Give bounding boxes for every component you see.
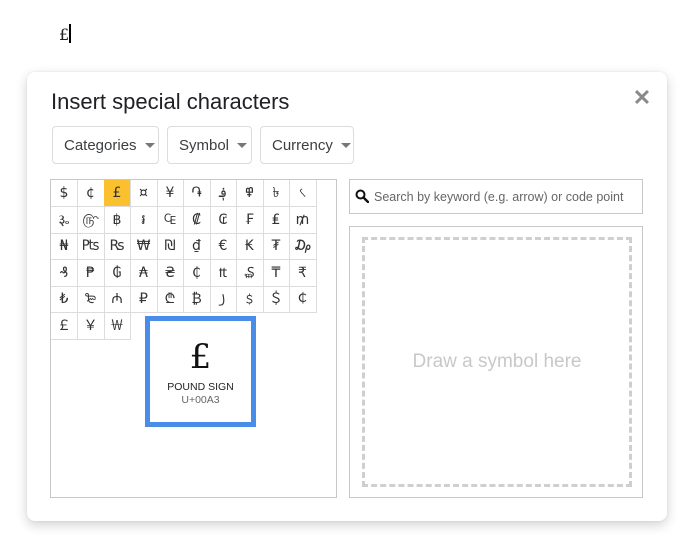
insert-special-characters-dialog: Insert special characters ✕ Categories S… [27, 72, 667, 521]
character-cell[interactable]: ￡ [51, 312, 78, 340]
character-cell[interactable]: ₷ [236, 259, 264, 287]
character-cell[interactable]: ₨ [104, 233, 131, 260]
currency-dropdown-label: Currency [272, 137, 333, 154]
character-cell[interactable]: ૱ [51, 206, 78, 234]
character-cell[interactable]: ￦ [104, 312, 131, 340]
text-cursor [69, 24, 72, 43]
categories-dropdown[interactable]: Categories [52, 126, 159, 164]
search-input[interactable] [374, 180, 634, 213]
draw-panel: Draw a symbol here [349, 226, 643, 498]
document-content: £ [59, 25, 70, 44]
character-cell[interactable]: ¤ [130, 180, 158, 207]
character-cell[interactable]: ₫ [183, 233, 211, 260]
chevron-down-icon [237, 143, 248, 148]
character-cell[interactable]: ₣ [236, 206, 264, 234]
close-button[interactable]: ✕ [631, 87, 653, 109]
chevron-down-icon [340, 143, 351, 148]
character-cell[interactable]: ₦ [51, 233, 78, 260]
character-cell[interactable]: ₳ [130, 259, 158, 287]
search-icon [355, 189, 369, 203]
character-cell[interactable]: ￠ [289, 286, 317, 313]
character-cell[interactable]: ₧ [77, 233, 105, 260]
character-cell[interactable]: ₲ [104, 259, 131, 287]
character-cell[interactable]: ₴ [157, 259, 184, 287]
character-cell[interactable]: ₯ [289, 233, 317, 260]
symbol-dropdown-label: Symbol [179, 137, 230, 154]
character-cell[interactable]: ₭ [236, 233, 264, 260]
character-cell[interactable]: ₮ [263, 233, 290, 260]
draw-hint: Draw a symbol here [412, 351, 582, 372]
character-cell[interactable]: ₵ [183, 259, 211, 287]
character-cell[interactable]: ₩ [130, 233, 158, 260]
character-cell[interactable]: € [210, 233, 237, 260]
character-cell[interactable]: ꠸ [210, 286, 237, 313]
preview-glyph: £ [189, 337, 212, 377]
character-cell[interactable]: ₹ [289, 259, 317, 287]
character-preview-tooltip: £ POUND SIGN U+00A3 [145, 316, 256, 427]
character-cell[interactable]: ₰ [51, 259, 78, 287]
character-cell[interactable]: ﹩ [236, 286, 264, 313]
character-cell[interactable]: ₢ [210, 206, 237, 234]
character-grid-panel: $ ¢ £ ¤ ¥ ֏ ؋ ߾ ৳ ৻ ૱ ௹ ฿៛ ₠ ₡ ₢ ₣ ₤ ₥ ₦ ₧ ₨ ₩ ₪ ₫ € ₭ ₮ ₯ ₰ ₱ ₲ ₳ ₴ ₵ ₶ ₷ ₸ ₹… [50, 179, 337, 498]
document-text[interactable]: £ [59, 24, 72, 44]
character-cell[interactable]: ₠ [157, 206, 184, 234]
currency-dropdown[interactable]: Currency [260, 126, 354, 164]
character-cell[interactable]: ₿ [183, 286, 211, 313]
character-cell[interactable]: ৳ [263, 180, 290, 207]
character-cell[interactable]: ¥ [157, 180, 184, 207]
character-cell[interactable]: $ [51, 180, 78, 207]
preview-code-point: U+00A3 [181, 394, 220, 406]
character-cell[interactable]: ֏ [183, 180, 211, 207]
categories-dropdown-label: Categories [64, 137, 137, 154]
character-cell[interactable]: ₽ [130, 286, 158, 313]
character-cell[interactable]: ៛ [130, 206, 158, 234]
character-cell[interactable]: ₪ [157, 233, 184, 260]
character-cell[interactable]: ₤ [263, 206, 290, 234]
character-cell[interactable]: ₥ [289, 206, 317, 234]
character-cell[interactable]: ฿ [104, 206, 131, 234]
character-cell[interactable]: ₸ [263, 259, 290, 287]
draw-symbol-canvas[interactable]: Draw a symbol here [362, 237, 632, 487]
character-cell[interactable]: ؋ [210, 180, 237, 207]
character-cell[interactable]: ₶ [210, 259, 237, 287]
symbol-dropdown[interactable]: Symbol [167, 126, 252, 164]
preview-name: POUND SIGN [167, 381, 234, 393]
character-cell[interactable]: ߾ [236, 180, 264, 207]
dialog-title: Insert special characters [51, 89, 290, 114]
character-cell[interactable]: ￥ [77, 312, 105, 340]
character-cell[interactable]: ₾ [157, 286, 184, 313]
character-cell[interactable]: ₡ [183, 206, 211, 234]
character-cell[interactable]: ₼ [104, 286, 131, 313]
search-box[interactable] [349, 179, 643, 214]
character-cell[interactable]: ₺ [51, 286, 78, 313]
character-cell[interactable]: ¢ [77, 180, 105, 207]
close-icon: ✕ [632, 85, 652, 110]
character-cell[interactable]: ₱ [77, 259, 105, 287]
character-cell[interactable]: ৻ [289, 180, 317, 207]
chevron-down-icon [144, 143, 155, 148]
character-cell[interactable]: ₻ [77, 286, 105, 313]
character-cell[interactable]: £ [104, 180, 131, 207]
character-cell[interactable]: ＄ [263, 286, 290, 313]
character-cell[interactable]: ௹ [77, 206, 105, 234]
